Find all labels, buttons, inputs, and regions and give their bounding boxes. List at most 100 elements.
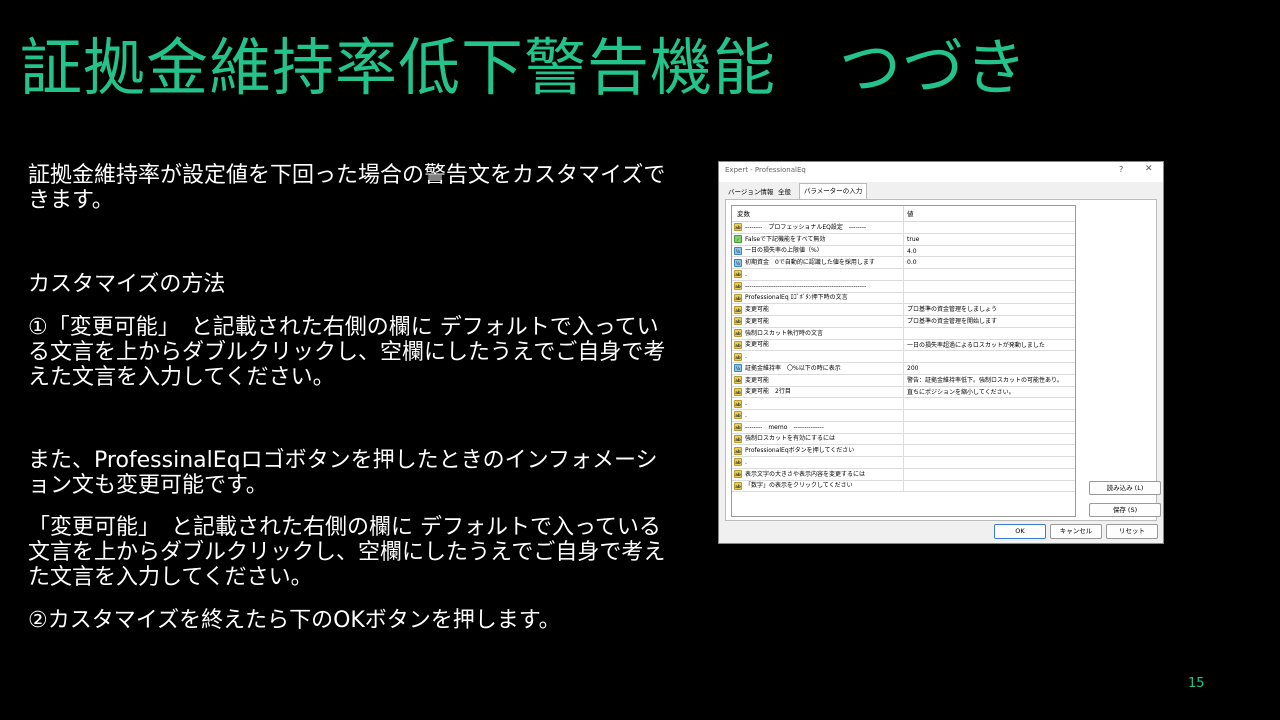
- table-row[interactable]: ab 「数字」の表示をクリックしてください: [732, 480, 1075, 493]
- variable-cell[interactable]: ab.: [732, 269, 904, 280]
- info-paragraph: また、ProfessinalEqロゴボタンを押したときのインフォメーション文も変…: [28, 448, 658, 498]
- variable-cell[interactable]: ab ProfessionalEqボタンを押してください: [732, 445, 904, 456]
- variable-cell[interactable]: ab 「数字」の表示をクリックしてください: [732, 480, 904, 492]
- variable-cell[interactable]: ab 変更可能: [732, 316, 904, 327]
- table-row[interactable]: ab 表示文字の大きさや表示内容を変更するには: [732, 468, 1075, 481]
- variable-cell[interactable]: ab 変更可能: [732, 304, 904, 315]
- value-cell[interactable]: 200: [904, 363, 1075, 374]
- value-cell[interactable]: [904, 434, 1075, 445]
- variable-label: 変更可能: [745, 376, 770, 384]
- value-cell[interactable]: [904, 469, 1075, 480]
- variable-cell[interactable]: ab 変更可能: [732, 374, 904, 386]
- value-cell[interactable]: [904, 269, 1075, 280]
- method-heading: カスタマイズの方法: [28, 272, 226, 297]
- table-row[interactable]: ab.: [732, 351, 1075, 363]
- value-cell[interactable]: プロ基準の資金管理を開始します: [904, 316, 1075, 327]
- value-cell[interactable]: [904, 481, 1075, 492]
- variable-cell[interactable]: ab -------- プロフェッショナルEQ設定 --------: [732, 222, 904, 233]
- save-button[interactable]: 保存 (S): [1089, 503, 1161, 517]
- ok-button[interactable]: OK: [994, 524, 1046, 539]
- value-cell[interactable]: [904, 457, 1075, 468]
- value-cell[interactable]: 0.0: [904, 257, 1075, 268]
- variable-cell[interactable]: ab 表示文字の大きさや表示内容を変更するには: [732, 468, 904, 480]
- variable-label: .: [745, 400, 747, 408]
- variable-cell[interactable]: ✓ Falseで下記機能をすべて無効: [732, 233, 904, 245]
- value-cell[interactable]: [904, 328, 1075, 339]
- value-cell[interactable]: [904, 222, 1075, 233]
- table-row[interactable]: ab ProfessionalEq ﾛｺﾞﾎﾞﾀﾝ押下時の文言: [732, 292, 1075, 305]
- variable-cell[interactable]: ½ 証拠金維持率 〇%以下の時に表示: [732, 363, 904, 374]
- load-button[interactable]: 読み込み (L): [1089, 481, 1161, 495]
- value-cell[interactable]: [904, 410, 1075, 421]
- table-row[interactable]: ab 変更可能 プロ基準の資金管理を開始します: [732, 316, 1075, 328]
- value-cell[interactable]: プロ基準の資金管理をしましょう: [904, 304, 1075, 315]
- variable-cell[interactable]: ab.: [732, 457, 904, 468]
- variable-label: ProfessionalEq ﾛｺﾞﾎﾞﾀﾝ押下時の文言: [745, 294, 848, 302]
- table-row[interactable]: ab 変更可能 2行目 直ちにポジションを縮小してください。: [732, 386, 1075, 399]
- table-row[interactable]: ½ 証拠金維持率 〇%以下の時に表示 200: [732, 363, 1075, 375]
- string-param-icon: ab: [734, 340, 742, 349]
- variable-cell[interactable]: ab ProfessionalEq ﾛｺﾞﾎﾞﾀﾝ押下時の文言: [732, 292, 904, 304]
- variable-cell[interactable]: ½ 初期資金 0で自動的に認識した値を採用します: [732, 257, 904, 268]
- variable-cell[interactable]: ab -------- memo --------------: [732, 421, 904, 433]
- table-row[interactable]: ab 変更可能 警告：証拠金維持率低下。強制ロスカットの可能性あり。: [732, 374, 1075, 387]
- value-cell[interactable]: 一日の損失率超過によるロスカットが発動しました: [904, 340, 1075, 351]
- number-param-icon: ½: [734, 258, 742, 267]
- slide-title: 証拠金維持率低下警告機能 つづき: [20, 31, 1029, 104]
- variable-cell[interactable]: ab 強制ロスカット執行時の文言: [732, 327, 904, 339]
- value-cell[interactable]: 直ちにポジションを縮小してください。: [904, 387, 1075, 398]
- value-cell[interactable]: 4.0: [904, 246, 1075, 257]
- variable-cell[interactable]: ab.: [732, 410, 904, 421]
- table-row[interactable]: ab 強制ロスカット執行時の文言: [732, 327, 1075, 340]
- variable-label: ----------------------------------------…: [745, 282, 867, 290]
- help-icon[interactable]: ?: [1119, 165, 1123, 174]
- table-row[interactable]: ab 変更可能 一日の損失率超過によるロスカットが発動しました: [732, 339, 1075, 352]
- table-row[interactable]: ab -------- プロフェッショナルEQ設定 --------: [732, 222, 1075, 234]
- value-cell[interactable]: [904, 398, 1075, 409]
- table-row[interactable]: ab.: [732, 398, 1075, 410]
- variable-cell[interactable]: ab 変更可能 2行目: [732, 386, 904, 398]
- table-row[interactable]: ab.: [732, 457, 1075, 469]
- string-param-icon: ab: [734, 270, 742, 279]
- table-row[interactable]: ab --------------------------------------…: [732, 280, 1075, 293]
- string-param-icon: ab: [734, 293, 742, 302]
- variable-label: -------- memo --------------: [745, 423, 824, 431]
- table-row[interactable]: ✓ Falseで下記機能をすべて無効 true: [732, 233, 1075, 246]
- variable-label: .: [745, 411, 747, 419]
- expert-dialog: Expert - ProfessionalEq ? ✕ バージョン情報 全般 パ…: [718, 161, 1164, 544]
- value-cell[interactable]: [904, 445, 1075, 456]
- table-row[interactable]: ½ 一日の損失率の上限値（%） 4.0: [732, 245, 1075, 258]
- tab-general[interactable]: 全般: [775, 185, 794, 199]
- reset-button[interactable]: リセット: [1106, 524, 1158, 539]
- value-cell[interactable]: [904, 281, 1075, 292]
- step1-paragraph: ①「変更可能」 と記載された右側の欄に デフォルトで入っている文言を上からダブル…: [28, 315, 666, 390]
- string-param-icon: ab: [734, 399, 742, 408]
- table-row[interactable]: ab ProfessionalEqボタンを押してください: [732, 445, 1075, 457]
- cancel-button[interactable]: キャンセル: [1050, 524, 1102, 539]
- table-row[interactable]: ab 変更可能 プロ基準の資金管理をしましょう: [732, 304, 1075, 316]
- column-header-value[interactable]: 値: [904, 206, 1075, 221]
- column-header-variable[interactable]: 変数: [732, 206, 904, 221]
- variable-cell[interactable]: ab 強制ロスカットを有効にするには: [732, 433, 904, 445]
- value-cell[interactable]: true: [904, 234, 1075, 245]
- value-cell[interactable]: [904, 422, 1075, 433]
- tab-parameters[interactable]: パラメーターの入力: [799, 183, 868, 199]
- variable-cell[interactable]: ab --------------------------------------…: [732, 280, 904, 292]
- table-row[interactable]: ab.: [732, 269, 1075, 281]
- table-row[interactable]: ½ 初期資金 0で自動的に認識した値を採用します 0.0: [732, 257, 1075, 269]
- value-cell[interactable]: [904, 351, 1075, 362]
- string-param-icon: ab: [734, 411, 742, 420]
- variable-cell[interactable]: ab 変更可能: [732, 339, 904, 351]
- table-row[interactable]: ab -------- memo --------------: [732, 421, 1075, 434]
- variable-cell[interactable]: ab.: [732, 351, 904, 362]
- variable-cell[interactable]: ½ 一日の損失率の上限値（%）: [732, 245, 904, 257]
- value-cell[interactable]: [904, 293, 1075, 304]
- grid-rows: ab -------- プロフェッショナルEQ設定 -------- ✓ Falseで…: [732, 222, 1075, 493]
- tab-version-info[interactable]: バージョン情報: [725, 185, 776, 199]
- table-row[interactable]: ab 強制ロスカットを有効にするには: [732, 433, 1075, 446]
- table-row[interactable]: ab.: [732, 410, 1075, 422]
- variable-label: ProfessionalEqボタンを押してください: [745, 447, 855, 455]
- close-icon[interactable]: ✕: [1145, 164, 1153, 174]
- variable-cell[interactable]: ab.: [732, 398, 904, 409]
- value-cell[interactable]: 警告：証拠金維持率低下。強制ロスカットの可能性あり。: [904, 375, 1075, 386]
